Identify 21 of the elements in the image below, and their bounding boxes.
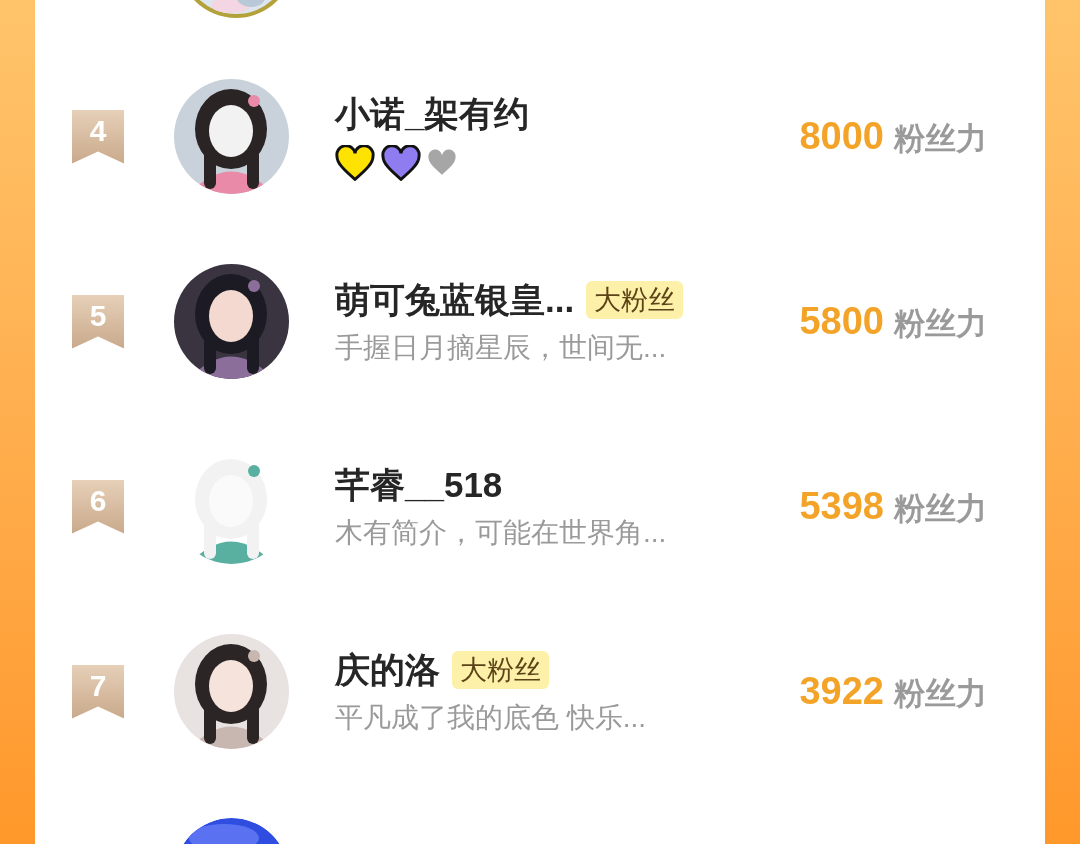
score-unit: 粉丝力	[894, 120, 987, 158]
score-unit: 粉丝力	[894, 490, 987, 528]
fan-tag: 大粉丝	[586, 280, 684, 319]
user-name[interactable]: 小诺_架有约	[335, 91, 530, 136]
score-unit: 粉丝力	[894, 305, 987, 343]
fan-tag: 大粉丝	[452, 650, 549, 689]
user-name[interactable]: 庆的洛	[335, 647, 440, 692]
fan-score: 5398	[799, 484, 884, 529]
score-unit: 粉丝力	[894, 675, 987, 713]
rank-badge: 5	[72, 294, 124, 349]
rank-badge: 6	[72, 479, 124, 534]
fan-score: 5800	[799, 299, 884, 344]
fan-score: 8000	[799, 114, 884, 159]
user-name[interactable]: 萌可兔蓝银皇...	[335, 277, 575, 322]
user-name[interactable]: 芊睿__518	[335, 462, 503, 507]
user-bio: 木有简介，可能在世界角...	[335, 515, 668, 550]
user-bio: 平凡成了我的底色 快乐...	[335, 700, 648, 735]
user-bio: 手握日月摘星辰，世间无...	[335, 330, 668, 365]
rank-badge: 4	[72, 109, 124, 164]
fan-score: 3922	[799, 669, 884, 714]
rank-badge: 7	[72, 664, 124, 719]
